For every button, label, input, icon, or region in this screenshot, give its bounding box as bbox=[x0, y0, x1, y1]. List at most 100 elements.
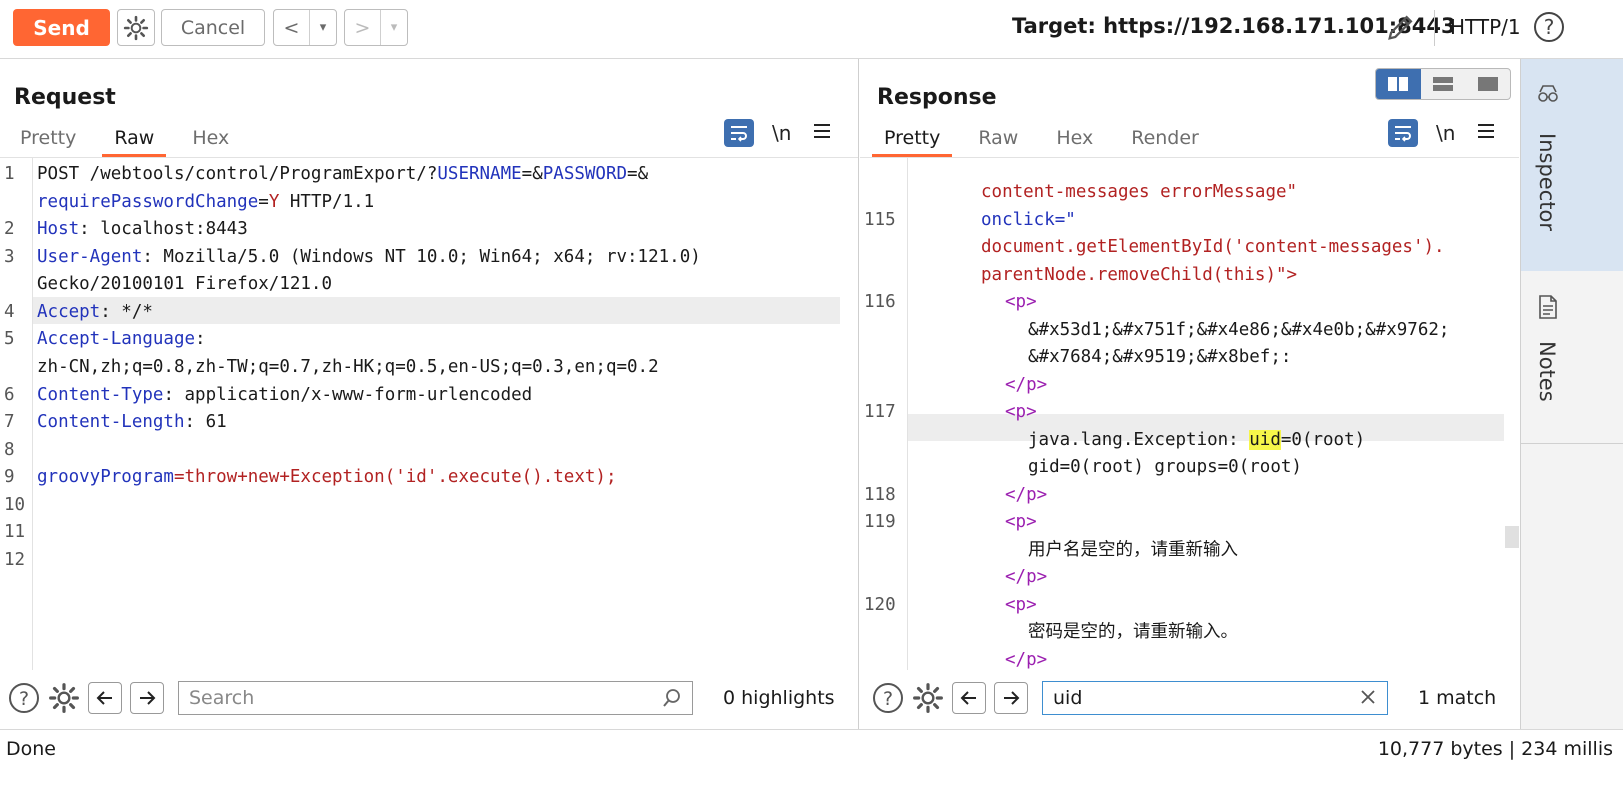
cancel-button[interactable]: Cancel bbox=[161, 9, 265, 46]
response-editor[interactable]: 115 116 117 118 119 120 content-messages… bbox=[860, 157, 1519, 670]
svg-text:?: ? bbox=[883, 688, 893, 710]
response-line: onclick=" bbox=[981, 210, 1076, 230]
match-count: 1 match bbox=[1418, 687, 1497, 709]
edit-target-pencil-icon[interactable] bbox=[1384, 10, 1418, 44]
tab-render[interactable]: Render bbox=[1119, 125, 1211, 153]
tab-hex[interactable]: Hex bbox=[1044, 125, 1105, 153]
back-dropdown-chevron-icon[interactable]: ▾ bbox=[309, 10, 336, 45]
toolbar-divider bbox=[1434, 10, 1435, 46]
request-panel: Request Pretty Raw Hex \n 1 2 3 4 5 6 7 … bbox=[0, 59, 859, 729]
side-by-side-layout-icon[interactable] bbox=[1376, 69, 1421, 99]
response-line: document.getElementById('content-message… bbox=[981, 237, 1445, 257]
response-title: Response bbox=[877, 85, 997, 110]
request-title: Request bbox=[14, 85, 116, 110]
stacked-layout-icon[interactable] bbox=[1421, 69, 1466, 99]
request-line-1-wrap: requirePasswordChange=Y HTTP/1.1 bbox=[37, 192, 375, 212]
search-next-arrow-icon[interactable] bbox=[130, 682, 164, 714]
show-newlines-toggle[interactable]: \n bbox=[1436, 121, 1455, 145]
clear-search-close-icon[interactable] bbox=[1359, 688, 1377, 711]
send-button[interactable]: Send bbox=[13, 9, 110, 46]
response-editor-tools: \n bbox=[1388, 119, 1495, 147]
search-previous-arrow-icon[interactable] bbox=[952, 682, 986, 714]
line-number: 118 bbox=[864, 485, 896, 505]
help-icon[interactable]: ? bbox=[1532, 10, 1566, 44]
search-settings-gear-icon[interactable] bbox=[48, 682, 80, 714]
inspector-sidebar: Inspector Notes bbox=[1520, 59, 1623, 729]
request-editor[interactable]: 1 2 3 4 5 6 7 8 9 10 11 12 POST /webtool… bbox=[0, 157, 858, 670]
exception-line: java.lang.Exception: uid=0(root) bbox=[1028, 430, 1366, 450]
svg-text:?: ? bbox=[1544, 15, 1555, 39]
p-close-tag: </p> bbox=[1005, 567, 1048, 587]
history-back-button[interactable]: < ▾ bbox=[273, 9, 337, 46]
line-number: 10 bbox=[4, 495, 26, 515]
line-number: 12 bbox=[4, 550, 26, 570]
request-line-5: Accept-Language: bbox=[37, 329, 206, 349]
tab-hex[interactable]: Hex bbox=[180, 125, 241, 153]
search-settings-gear-icon[interactable] bbox=[912, 682, 944, 714]
line-number: 4 bbox=[4, 302, 15, 322]
tab-pretty[interactable]: Pretty bbox=[872, 125, 953, 157]
current-line-highlight bbox=[33, 297, 840, 324]
show-newlines-toggle[interactable]: \n bbox=[772, 121, 791, 145]
line-number: 7 bbox=[4, 412, 15, 432]
line-number: 115 bbox=[864, 210, 896, 230]
response-size-timing: 10,777 bytes | 234 millis bbox=[1377, 738, 1613, 760]
response-search-input[interactable]: uid bbox=[1042, 681, 1388, 715]
line-number: 117 bbox=[864, 402, 896, 422]
request-line-1: POST /webtools/control/ProgramExport/?US… bbox=[37, 164, 649, 184]
tab-raw[interactable]: Raw bbox=[966, 125, 1030, 153]
inspector-label: Inspector bbox=[1535, 133, 1559, 231]
response-line: &#x7684;&#x9519;&#x8bef;: bbox=[1028, 347, 1292, 367]
search-help-icon[interactable]: ? bbox=[8, 682, 40, 714]
history-forward-button[interactable]: > ▾ bbox=[344, 9, 408, 46]
line-number: 6 bbox=[4, 385, 15, 405]
inspector-tab[interactable]: Inspector bbox=[1521, 59, 1623, 271]
sidebar-divider bbox=[1521, 443, 1623, 444]
line-number: 1 bbox=[4, 164, 15, 184]
p-open-tag: <p> bbox=[1005, 292, 1037, 312]
p-close-tag: </p> bbox=[1005, 485, 1048, 505]
notes-tab[interactable]: Notes bbox=[1535, 341, 1559, 402]
request-line-6: Content-Type: application/x-www-form-url… bbox=[37, 385, 533, 405]
line-number: 8 bbox=[4, 440, 15, 460]
line-number: 5 bbox=[4, 329, 15, 349]
forward-dropdown-chevron-icon[interactable]: ▾ bbox=[380, 10, 407, 45]
request-search-bar: ? Search 0 highlights bbox=[0, 672, 858, 724]
tab-pretty[interactable]: Pretty bbox=[8, 125, 88, 153]
response-line: gid=0(root) groups=0(root) bbox=[1028, 457, 1302, 477]
scrollbar-thumb[interactable] bbox=[1505, 526, 1519, 548]
tab-raw[interactable]: Raw bbox=[102, 125, 167, 157]
request-line-3: User-Agent: Mozilla/5.0 (Windows NT 10.0… bbox=[37, 247, 701, 267]
menu-icon[interactable] bbox=[813, 123, 831, 143]
request-line-7: Content-Length: 61 bbox=[37, 412, 227, 432]
line-number: 119 bbox=[864, 512, 896, 532]
inspector-glasses-icon bbox=[1537, 83, 1559, 109]
p-open-tag: <p> bbox=[1005, 402, 1037, 422]
menu-icon[interactable] bbox=[1477, 123, 1495, 143]
top-toolbar: Send Cancel < ▾ > ▾ Target: https://192.16… bbox=[0, 0, 1623, 59]
search-help-icon[interactable]: ? bbox=[872, 682, 904, 714]
search-next-arrow-icon[interactable] bbox=[994, 682, 1028, 714]
request-line-5-wrap: zh-CN,zh;q=0.8,zh-TW;q=0.7,zh-HK;q=0.5,e… bbox=[37, 357, 659, 377]
response-line: content-messages errorMessage" bbox=[981, 182, 1298, 202]
line-number: 9 bbox=[4, 467, 15, 487]
settings-gear-icon[interactable] bbox=[117, 9, 155, 46]
request-search-input[interactable]: Search bbox=[178, 681, 693, 715]
forward-label: > bbox=[354, 16, 371, 39]
line-number: 116 bbox=[864, 292, 896, 312]
p-open-tag: <p> bbox=[1005, 595, 1037, 615]
notes-document-icon bbox=[1538, 295, 1558, 323]
response-line: &#x53d1;&#x751f;&#x4e86;&#x4e0b;&#x9762; bbox=[1028, 320, 1450, 340]
word-wrap-toggle-icon[interactable] bbox=[724, 119, 754, 147]
search-icon bbox=[662, 688, 682, 713]
search-value: uid bbox=[1053, 687, 1083, 709]
tabbed-layout-icon[interactable] bbox=[1465, 69, 1510, 99]
status-bar: Done 10,777 bytes | 234 millis bbox=[0, 729, 1623, 790]
line-number: 120 bbox=[864, 595, 896, 615]
line-number: 2 bbox=[4, 219, 15, 239]
response-line: parentNode.removeChild(this)"> bbox=[981, 265, 1298, 285]
word-wrap-toggle-icon[interactable] bbox=[1388, 119, 1418, 147]
highlight-count: 0 highlights bbox=[723, 687, 835, 709]
search-previous-arrow-icon[interactable] bbox=[88, 682, 122, 714]
protocol-selector[interactable]: HTTP/1 bbox=[1450, 15, 1521, 39]
